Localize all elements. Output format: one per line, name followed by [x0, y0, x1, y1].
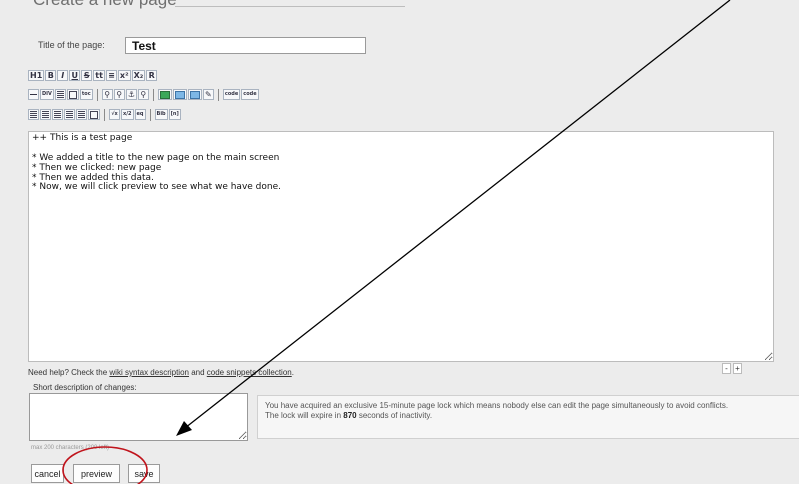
horizontal-rule-button[interactable] — [28, 89, 39, 100]
toolbar-row-formatting: H1 B I U S tt ≡ x² X₂ R — [28, 69, 158, 82]
bibliography-button[interactable]: Bib — [154, 109, 168, 120]
footnote-button[interactable]: [n] — [168, 109, 181, 120]
image-button[interactable] — [157, 89, 172, 100]
toc-button[interactable]: toc — [79, 89, 93, 100]
definition-list-icon — [78, 111, 85, 118]
title-label: Title of the page: — [38, 40, 105, 50]
table-icon — [68, 90, 77, 99]
toolbar-separator — [152, 88, 154, 101]
bullet-list-icon — [42, 111, 49, 118]
sqrt-button[interactable]: √x — [109, 109, 120, 120]
table-button[interactable] — [66, 89, 79, 100]
code-block-button[interactable]: code — [241, 89, 259, 100]
image-upload-button[interactable] — [172, 89, 187, 100]
equation-button[interactable]: eq — [134, 109, 146, 120]
toolbar-separator — [149, 108, 151, 121]
image-upload-icon — [174, 90, 185, 99]
gallery-icon — [189, 90, 200, 99]
cancel-button[interactable]: cancel — [31, 464, 64, 483]
lock-message: You have acquired an exclusive 15-minute… — [265, 401, 729, 410]
toolbar-separator — [217, 88, 219, 101]
horizontal-rule-icon — [30, 94, 37, 95]
heading1-button[interactable]: H1 — [28, 70, 45, 81]
superscript-button[interactable]: x² — [117, 70, 131, 81]
preview-button[interactable]: preview — [73, 464, 120, 483]
title-input[interactable] — [125, 37, 366, 54]
toolbar-row-insert: DIV toc ⚲ ⚲ ⚓ ⚲ ✎ code code — [28, 88, 260, 101]
fraction-button[interactable]: x/2 — [121, 109, 134, 120]
code-button[interactable]: code — [222, 89, 241, 100]
quote-icon — [90, 110, 98, 119]
changes-description-input[interactable] — [29, 393, 248, 441]
underline-button[interactable]: U — [69, 70, 81, 81]
outdent-button[interactable] — [64, 109, 75, 120]
help-middle: and — [188, 368, 207, 377]
raw-button[interactable]: R — [146, 70, 158, 81]
special-char-button[interactable]: ✎ — [202, 89, 214, 100]
numbered-list-button[interactable] — [28, 109, 39, 120]
lock-expiry: The lock will expire in 870 seconds of i… — [265, 411, 799, 421]
save-button[interactable]: save — [128, 464, 160, 483]
anchor-button[interactable]: ⚓ — [125, 89, 137, 100]
definition-list-button[interactable] — [76, 109, 87, 120]
max-characters-hint: max 200 characters (200 left) — [31, 445, 110, 451]
indent-button[interactable] — [52, 109, 63, 120]
teletype-button[interactable]: tt — [93, 70, 105, 81]
external-link-button[interactable]: ⚲ — [137, 89, 149, 100]
help-suffix: . — [291, 368, 294, 377]
page-title: Create a new page — [33, 0, 177, 10]
box-icon — [56, 91, 64, 98]
link-button[interactable]: ⚲ — [101, 89, 113, 100]
lock-expiry-prefix: The lock will expire in — [265, 411, 344, 421]
image-icon — [159, 90, 170, 99]
lock-seconds: 870 — [343, 411, 357, 421]
help-line: Need help? Check the wiki syntax descrip… — [28, 368, 294, 377]
bold-button[interactable]: B — [45, 70, 57, 81]
shrink-editor-button[interactable]: - — [722, 363, 731, 374]
bullet-list-button[interactable] — [40, 109, 51, 120]
box-button[interactable] — [54, 89, 66, 100]
code-snippets-link[interactable]: code snippets collection — [207, 368, 292, 377]
italic-button[interactable]: I — [57, 70, 69, 81]
toolbar-row-lists: √x x/2 eq Bib [n] — [28, 108, 182, 121]
quote-button[interactable] — [88, 109, 100, 120]
top-divider — [175, 6, 405, 7]
wiki-syntax-link[interactable]: wiki syntax description — [109, 368, 189, 377]
subscript-button[interactable]: X₂ — [131, 70, 146, 81]
page-lock-notice: You have acquired an exclusive 15-minute… — [257, 395, 799, 439]
unlink-button[interactable]: ⚲ — [113, 89, 125, 100]
grow-editor-button[interactable]: + — [733, 363, 742, 374]
div-button[interactable]: DIV — [40, 89, 54, 100]
center-button[interactable]: ≡ — [105, 70, 117, 81]
page-content-editor[interactable]: ++ This is a test page * We added a titl… — [28, 131, 774, 362]
numbered-list-icon — [30, 111, 37, 118]
gallery-button[interactable] — [187, 89, 202, 100]
outdent-icon — [66, 111, 73, 118]
strikethrough-button[interactable]: S — [81, 70, 93, 81]
changes-label: Short description of changes: — [33, 383, 137, 392]
toolbar-separator — [104, 108, 105, 121]
indent-icon — [54, 111, 61, 118]
lock-expiry-suffix: seconds of inactivity. — [356, 411, 433, 421]
toolbar-separator — [96, 88, 98, 101]
help-prefix: Need help? Check the — [28, 368, 110, 377]
